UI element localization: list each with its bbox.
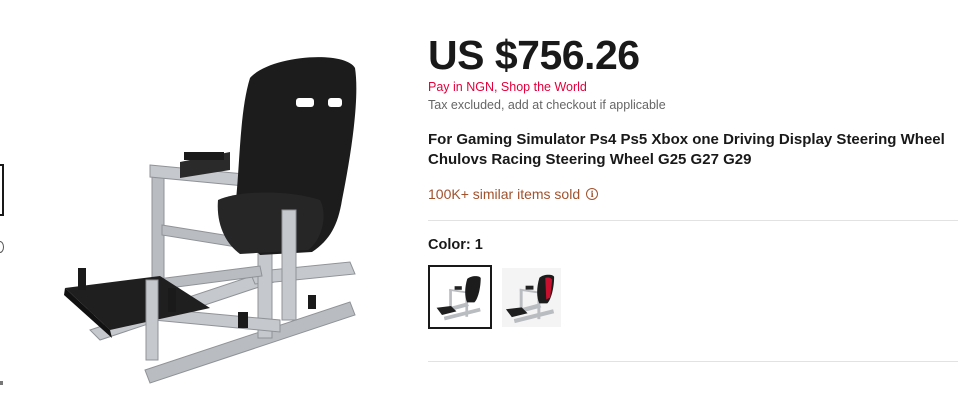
sold-count-text: 100K+ similar items sold — [428, 186, 581, 202]
color-swatch-black-image — [433, 270, 487, 324]
color-label: Color: 1 — [428, 237, 483, 253]
section-divider — [428, 220, 958, 221]
info-icon[interactable]: i — [586, 188, 599, 200]
product-title: For Gaming Simulator Ps4 Ps5 Xbox one Dr… — [428, 131, 945, 168]
section-divider-bottom — [428, 361, 958, 362]
color-option-2[interactable] — [502, 268, 561, 327]
sold-count: 100K+ similar items sold i — [428, 186, 599, 202]
gallery-thumbnail-partial[interactable] — [0, 164, 4, 216]
product-price: US $756.26 — [428, 32, 640, 78]
currency-notice: Pay in NGN, Shop the World — [428, 80, 587, 94]
gallery-edge-mark — [0, 381, 3, 385]
tax-notice: Tax excluded, add at checkout if applica… — [428, 98, 666, 112]
racing-simulator-cockpit-image — [64, 57, 357, 384]
main-product-image[interactable] — [50, 40, 370, 385]
gallery-nav-indicator[interactable] — [0, 241, 4, 253]
color-swatch-red-image — [502, 268, 561, 327]
color-option-1[interactable] — [428, 265, 492, 329]
